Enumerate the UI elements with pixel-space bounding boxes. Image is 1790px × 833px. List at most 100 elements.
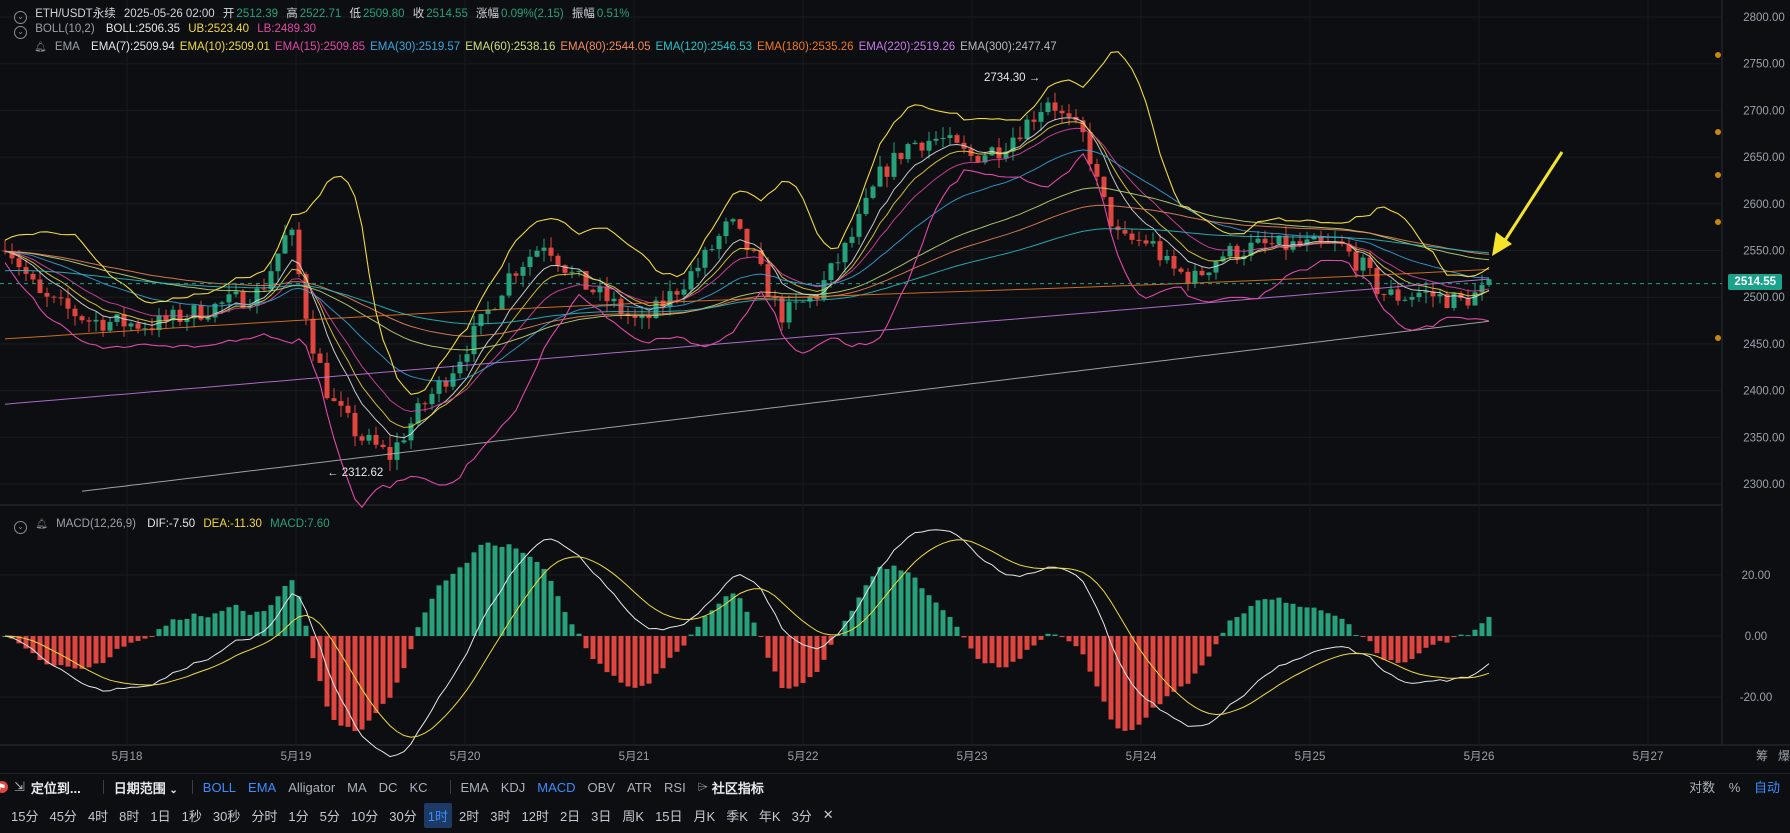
indicator-atr[interactable]: ATR [627, 780, 652, 795]
candle-body [569, 271, 575, 273]
macd-bar [884, 568, 890, 636]
indicator-ma[interactable]: MA [347, 780, 367, 795]
macd-bar [695, 626, 701, 636]
macd-bar [275, 596, 281, 636]
community-indicators-button[interactable]: 社区指标 [712, 778, 764, 797]
macd-bar [751, 622, 757, 636]
interval-10[interactable]: 10分 [347, 803, 382, 828]
indicator-obv[interactable]: OBV [588, 780, 615, 795]
indicator-boll[interactable]: BOLL [203, 780, 236, 795]
candle-body [268, 271, 274, 290]
bell-icon[interactable]: 🔔︎ [34, 42, 47, 53]
macd-bar [422, 612, 428, 636]
interval-7[interactable]: 分时 [247, 803, 281, 828]
main-indicator-list: BOLL EMA Alligator MA DC KC [203, 780, 440, 795]
macd-bar [331, 636, 337, 720]
collapse-icon[interactable]: ⌄ [14, 26, 27, 39]
macd-bar [247, 614, 253, 636]
candle-body [716, 236, 722, 250]
time-tick: 5月27 [1633, 751, 1664, 763]
indicator-alligator[interactable]: Alligator [288, 780, 335, 795]
candle-body [702, 249, 708, 268]
interval-14[interactable]: 3时 [486, 803, 514, 828]
interval-23[interactable]: 3分 [788, 803, 816, 828]
indicator-ema[interactable]: EMA [461, 780, 489, 795]
bell-icon[interactable]: 🔔︎ [35, 519, 48, 530]
interval-16[interactable]: 2日 [556, 803, 584, 828]
candle-body [1045, 102, 1051, 113]
macd-bar [380, 636, 386, 704]
macd-bar [184, 618, 190, 636]
candle-body [1360, 257, 1366, 271]
macd-bar [807, 636, 813, 678]
indicator-ema[interactable]: EMA [248, 780, 276, 795]
macd-tick: 0.00 [1745, 631, 1767, 643]
date-range-button[interactable]: 日期范围 ⌄ [114, 778, 178, 797]
macd-bar [1010, 636, 1016, 662]
macd-bar [1192, 636, 1198, 674]
ema-item: EMA(80):2544.05 [560, 41, 651, 53]
indicator-rsi[interactable]: RSI [664, 780, 686, 795]
ohlc-legend: ⌄ ETH/USDT永续 2025-05-26 02:00 开 2512.39 高… [14, 5, 635, 24]
boll-legend: ⌄ BOLL(10,2) BOLL:2506.35 UB:2523.40 LB:… [14, 23, 321, 39]
interval-21[interactable]: 季K [722, 803, 752, 828]
price-tick: 2750.00 [1743, 59, 1785, 71]
candle-body [1157, 241, 1163, 261]
interval-12[interactable]: 1时 [423, 802, 452, 828]
candle-body [499, 295, 505, 310]
candle-body [688, 271, 694, 290]
ema-name[interactable]: EMA [55, 41, 80, 53]
indicator-kdj[interactable]: KDJ [501, 780, 526, 795]
interval-20[interactable]: 月K [690, 803, 720, 828]
interval-13[interactable]: 2时 [455, 803, 483, 828]
price-tick: 2300.00 [1743, 479, 1785, 491]
candlestick-chart[interactable]: 2800.00 2750.00 2700.00 2650.00 2600.00 2550.… [0, 0, 1790, 833]
macd-name[interactable]: MACD(12,26,9) [56, 518, 136, 530]
log-scale-toggle[interactable]: 对数 [1689, 780, 1715, 795]
interval-2[interactable]: 4时 [84, 803, 112, 828]
interval-5[interactable]: 1秒 [178, 803, 206, 828]
locate-icon[interactable]: ⇲ [14, 779, 25, 795]
candle-body [429, 393, 435, 405]
candle-body [1192, 270, 1198, 284]
interval-8[interactable]: 1分 [284, 803, 312, 828]
collapse-icon[interactable]: ⌄ [14, 521, 27, 534]
candle-body [576, 271, 582, 273]
candle-body [128, 323, 134, 327]
macd-tick: -20.00 [1740, 692, 1773, 704]
interval-1[interactable]: 45分 [45, 803, 80, 828]
interval-6[interactable]: 30秒 [209, 803, 244, 828]
macd-bar [1451, 636, 1457, 638]
interval-18[interactable]: 周K [618, 803, 648, 828]
close-icon[interactable]: ✕ [819, 804, 838, 826]
indicator-macd[interactable]: MACD [537, 780, 575, 795]
candle-body [891, 152, 897, 177]
corner-label[interactable]: 爆 [1778, 749, 1790, 763]
macd-bar [1332, 615, 1338, 636]
boll-name[interactable]: BOLL(10,2) [35, 23, 94, 35]
macd-bar [667, 636, 673, 658]
interval-3[interactable]: 8时 [115, 803, 143, 828]
interval-15[interactable]: 12时 [517, 803, 552, 828]
corner-label[interactable]: 筹 [1756, 749, 1768, 763]
interval-19[interactable]: 15日 [651, 803, 686, 828]
candle-body [541, 247, 547, 251]
time-tick: 5月24 [1126, 751, 1157, 763]
auto-scale-toggle[interactable]: 自动 [1754, 780, 1780, 795]
percent-scale-toggle[interactable]: % [1729, 780, 1741, 795]
locate-button[interactable]: 定位到... [31, 778, 81, 797]
interval-0[interactable]: 15分 [7, 803, 42, 828]
macd-dea: DEA:-11.30 [203, 518, 262, 530]
indicator-kc[interactable]: KC [409, 780, 427, 795]
interval-4[interactable]: 1日 [146, 803, 174, 828]
macd-bar [765, 636, 771, 658]
candle-body [709, 249, 715, 251]
indicator-dc[interactable]: DC [379, 780, 398, 795]
candle-body [205, 317, 211, 320]
interval-9[interactable]: 5分 [316, 803, 344, 828]
candle-body [1164, 255, 1170, 261]
interval-11[interactable]: 30分 [385, 803, 420, 828]
interval-22[interactable]: 年K [755, 803, 785, 828]
interval-17[interactable]: 3日 [587, 803, 615, 828]
macd-bar [618, 636, 624, 683]
